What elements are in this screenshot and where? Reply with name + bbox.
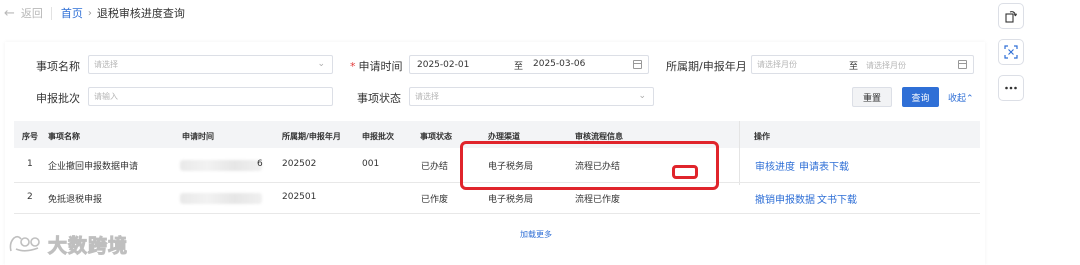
watermark-logo-icon — [9, 235, 40, 252]
period-label: 所属期/申报年月 — [666, 60, 747, 73]
rotate-icon — [1005, 11, 1018, 23]
nav-divider — [50, 6, 52, 20]
calendar-icon — [633, 60, 642, 69]
apply-time-label: * 申请时间 — [350, 58, 403, 74]
row1-batch: 001 — [362, 159, 380, 169]
query-button[interactable]: 查询 — [902, 87, 939, 107]
load-more-link[interactable]: 加载更多 — [520, 229, 552, 240]
rotate-tool-button[interactable] — [998, 3, 1024, 29]
row-divider — [14, 213, 980, 214]
back-button[interactable]: ← 返回 — [0, 5, 43, 21]
column-header: 所属期/申报年月 — [282, 132, 341, 141]
row1-apply-time-fragment: 6 — [257, 159, 263, 169]
watermark-text: 大数跨境 — [47, 234, 129, 257]
item-name-placeholder: 请选择 — [94, 60, 118, 69]
collapse-toggle[interactable]: 收起⌃ — [948, 91, 974, 104]
chevron-down-icon: ⌄ — [317, 59, 325, 69]
column-header: 操作 — [754, 132, 770, 141]
chevron-up-icon: ⌃ — [966, 94, 974, 104]
row2-channel: 电子税务局 — [488, 195, 534, 205]
row1-index: 1 — [27, 159, 33, 169]
breadcrumb-current: 退税审核进度查询 — [96, 7, 185, 20]
more-tool-button[interactable] — [998, 75, 1024, 101]
collapse-label: 收起 — [948, 94, 967, 104]
back-arrow-icon: ← — [4, 5, 15, 21]
apply-time-end: 2025-03-06 — [533, 59, 586, 69]
more-icon — [1005, 86, 1017, 90]
status-placeholder: 请选择 — [415, 92, 439, 101]
scan-icon — [1004, 45, 1018, 59]
redacted-apply-time — [180, 160, 262, 171]
back-label: 返回 — [20, 7, 43, 20]
action-column-divider — [739, 121, 740, 185]
column-header: 事项名称 — [48, 132, 80, 141]
status-label: 事项状态 — [357, 92, 401, 105]
batch-input[interactable]: 请输入 — [88, 87, 333, 106]
apply-time-label-text: 申请时间 — [358, 60, 403, 73]
item-name-label: 事项名称 — [36, 60, 80, 73]
batch-placeholder: 请输入 — [94, 92, 118, 101]
row2-flow: 流程已作废 — [575, 195, 621, 205]
row2-index: 2 — [27, 192, 33, 202]
breadcrumb-separator-icon: › — [87, 7, 92, 19]
period-range-picker[interactable]: 请选择月份 — [751, 55, 974, 74]
annotation-highlight-pill — [672, 165, 698, 179]
revoke-declaration-link[interactable]: 撤销申报数据 — [755, 191, 815, 206]
top-nav: ← 返回 首页 › 退税审核进度查询 — [0, 0, 985, 26]
row2-status: 已作废 — [421, 195, 449, 205]
reset-button[interactable]: 重置 — [852, 87, 892, 107]
calendar-icon — [958, 60, 967, 69]
audit-progress-link[interactable]: 审核进度 — [755, 158, 795, 173]
redacted-apply-time — [180, 193, 262, 204]
row2-name: 免抵退税申报 — [48, 195, 103, 205]
column-header: 事项状态 — [420, 132, 452, 141]
apply-time-range-picker[interactable]: 2025-02-01 — [409, 55, 649, 74]
status-select[interactable]: 请选择 ⌄ — [409, 87, 654, 106]
page: ← 返回 首页 › 退税审核进度查询 事项名称 请选择 ⌄ * 申请时间 2025… — [0, 0, 1080, 265]
column-header: 序号 — [22, 132, 38, 141]
period-separator: 至 — [849, 62, 859, 72]
row1-name: 企业撤回申报数据申请 — [48, 162, 139, 172]
scan-tool-button[interactable] — [998, 39, 1024, 65]
item-name-select[interactable]: 请选择 ⌄ — [88, 55, 333, 74]
period-end-placeholder: 请选择月份 — [866, 61, 906, 70]
row1-period: 202502 — [282, 159, 317, 169]
chevron-down-icon: ⌄ — [638, 91, 646, 101]
column-header: 申请时间 — [182, 132, 214, 141]
period-start-placeholder: 请选择月份 — [757, 60, 797, 69]
document-download-link[interactable]: 文书下载 — [817, 191, 857, 206]
batch-label: 申报批次 — [36, 92, 80, 105]
row2-period: 202501 — [282, 192, 317, 202]
required-marker: * — [350, 60, 356, 73]
watermark: 大数跨境 — [8, 232, 129, 257]
apply-time-start: 2025-02-01 — [417, 59, 470, 70]
column-header: 申报批次 — [362, 132, 394, 141]
breadcrumb-home[interactable]: 首页 — [61, 5, 83, 21]
apply-time-separator: 至 — [514, 62, 524, 72]
row1-status: 已办结 — [421, 162, 449, 172]
application-download-link[interactable]: 申请表下载 — [799, 158, 849, 173]
